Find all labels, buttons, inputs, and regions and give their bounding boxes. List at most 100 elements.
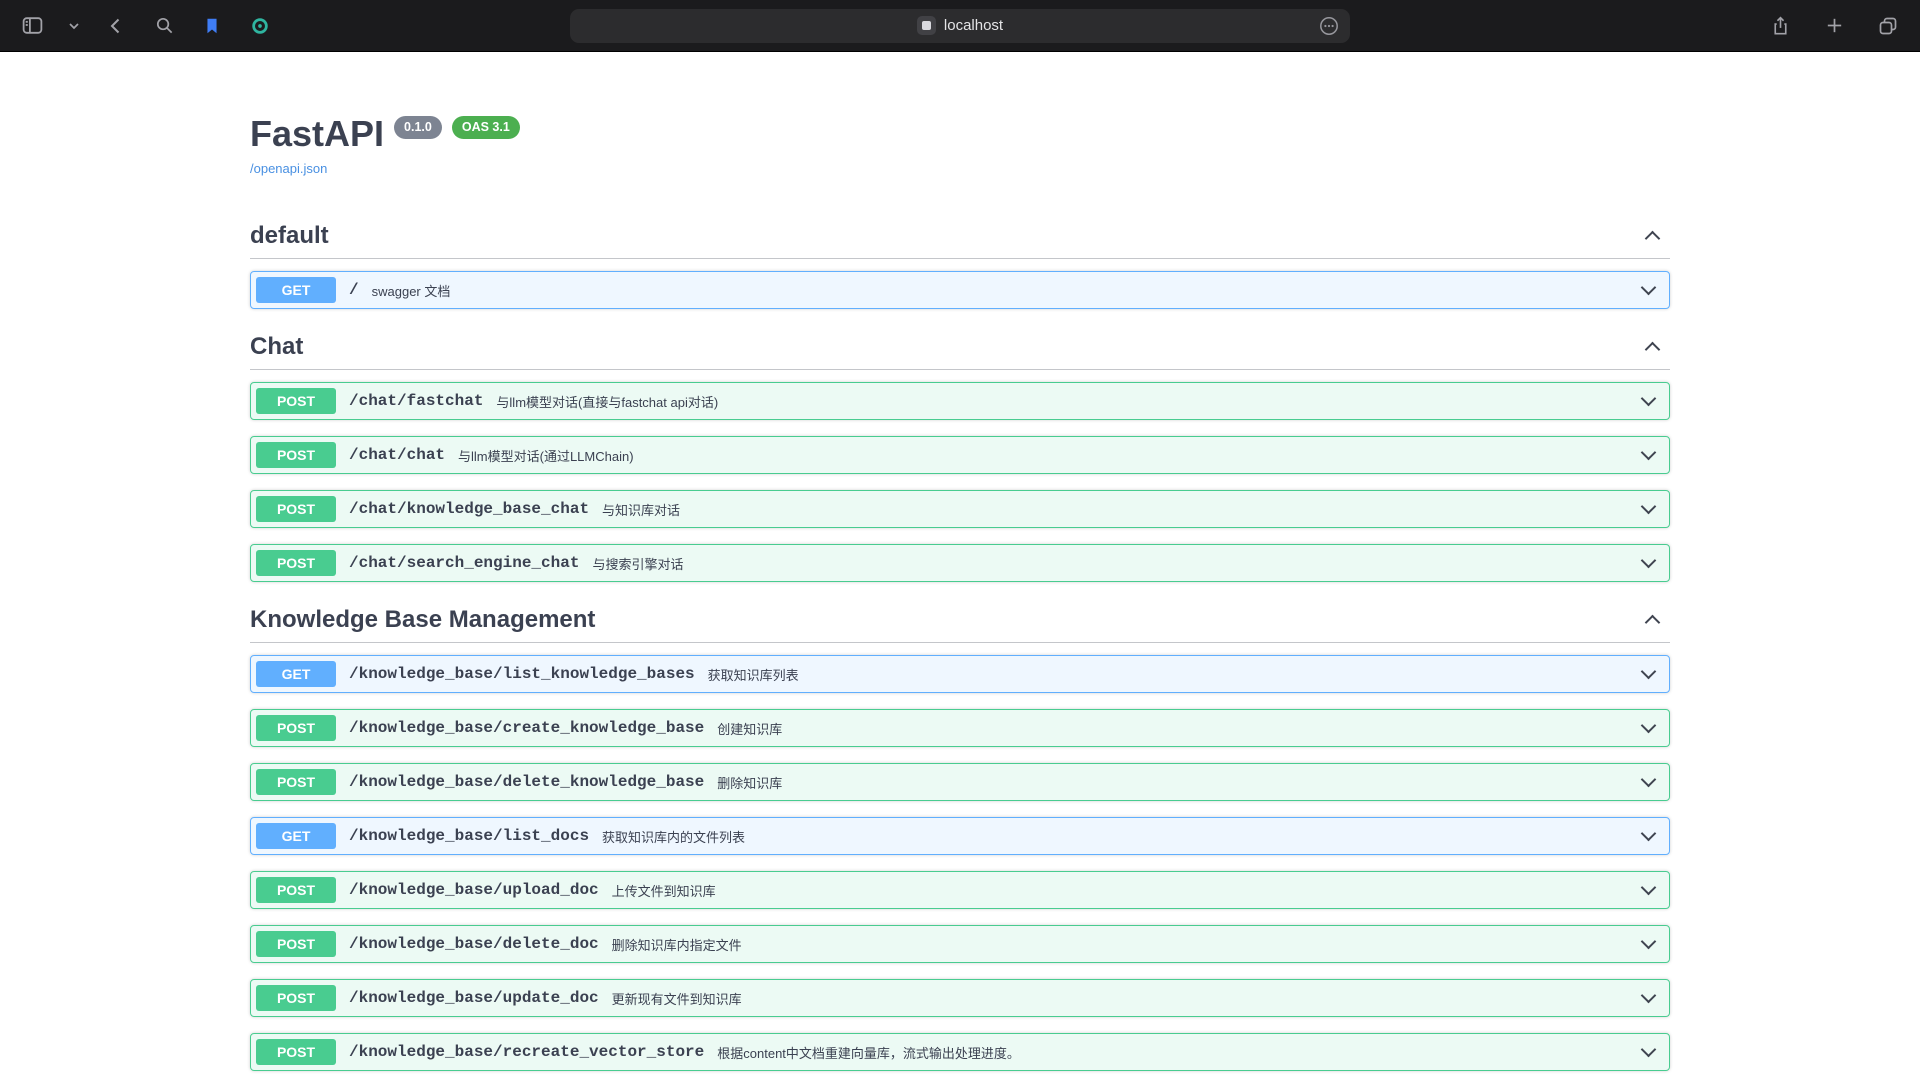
chevron-down-icon xyxy=(1641,988,1657,1004)
browser-toolbar: localhost xyxy=(0,0,1920,52)
expand-operation-button[interactable] xyxy=(1643,725,1654,731)
expand-operation-button[interactable] xyxy=(1643,506,1654,512)
chevron-down-icon xyxy=(68,20,80,32)
chevron-up-icon xyxy=(1645,231,1661,247)
operation-row[interactable]: POST/chat/search_engine_chat 与搜索引擎对话 xyxy=(250,544,1670,582)
chevron-down-icon xyxy=(1641,718,1657,734)
api-title-text: FastAPI xyxy=(250,112,384,155)
back-button[interactable] xyxy=(102,12,130,40)
operation-description: swagger 文档 xyxy=(372,281,451,300)
search-button[interactable] xyxy=(150,12,178,40)
operation-row[interactable]: POST/knowledge_base/create_knowledge_bas… xyxy=(250,709,1670,747)
operation-path: /chat/search_engine_chat xyxy=(349,554,579,572)
operation-description: 更新现有文件到知识库 xyxy=(612,989,742,1008)
method-badge: POST xyxy=(256,1039,336,1065)
expand-operation-button[interactable] xyxy=(1643,833,1654,839)
operation-description: 上传文件到知识库 xyxy=(612,881,716,900)
extension-button-1[interactable] xyxy=(198,12,226,40)
operation-row[interactable]: POST/knowledge_base/delete_knowledge_bas… xyxy=(250,763,1670,801)
operation-row[interactable]: POST/knowledge_base/recreate_vector_stor… xyxy=(250,1033,1670,1071)
api-section: Knowledge Base Management GET/knowledge_b… xyxy=(250,598,1670,1071)
operation-description: 与llm模型对话(通过LLMChain) xyxy=(458,446,634,465)
operation-row[interactable]: POST/chat/chat与llm模型对话(通过LLMChain) xyxy=(250,436,1670,474)
swagger-ui: FastAPI 0.1.0 OAS 3.1 /openapi.json defa… xyxy=(230,52,1690,1071)
expand-operation-button[interactable] xyxy=(1643,452,1654,458)
operation-row[interactable]: GET/knowledge_base/list_docs获取知识库内的文件列表 xyxy=(250,817,1670,855)
method-badge: POST xyxy=(256,442,336,468)
operation-row[interactable]: POST/knowledge_base/delete_doc删除知识库内指定文件 xyxy=(250,925,1670,963)
operation-row[interactable]: POST/chat/fastchat与llm模型对话(直接与fastchat a… xyxy=(250,382,1670,420)
oas-badge: OAS 3.1 xyxy=(452,116,520,139)
version-badge: 0.1.0 xyxy=(394,116,442,139)
chevron-down-icon xyxy=(1641,391,1657,407)
expand-operation-button[interactable] xyxy=(1643,560,1654,566)
chevron-up-icon xyxy=(1645,615,1661,631)
expand-operation-button[interactable] xyxy=(1643,398,1654,404)
operation-description: 获取知识库列表 xyxy=(708,665,799,684)
method-badge: POST xyxy=(256,931,336,957)
method-badge: POST xyxy=(256,877,336,903)
method-badge: POST xyxy=(256,985,336,1011)
operation-path: / xyxy=(349,281,359,299)
section-header[interactable]: Knowledge Base Management xyxy=(250,598,1670,643)
operation-row[interactable]: POST/knowledge_base/update_doc 更新现有文件到知识库 xyxy=(250,979,1670,1017)
operation-description: 获取知识库内的文件列表 xyxy=(602,827,745,846)
expand-operation-button[interactable] xyxy=(1643,995,1654,1001)
operations-list: GET/knowledge_base/list_knowledge_bases获… xyxy=(250,643,1670,1071)
section-title: Knowledge Base Management xyxy=(250,605,595,635)
expand-operation-button[interactable] xyxy=(1643,779,1654,785)
url-text: localhost xyxy=(944,17,1003,34)
expand-operation-button[interactable] xyxy=(1643,1049,1654,1055)
expand-operation-button[interactable] xyxy=(1643,887,1654,893)
openapi-json-link[interactable]: /openapi.json xyxy=(250,161,327,176)
expand-operation-button[interactable] xyxy=(1643,671,1654,677)
operation-row[interactable]: POST/chat/knowledge_base_chat与知识库对话 xyxy=(250,490,1670,528)
expand-operation-button[interactable] xyxy=(1643,287,1654,293)
plus-icon xyxy=(1824,15,1845,36)
chevron-up-icon xyxy=(1645,342,1661,358)
extension-button-2[interactable] xyxy=(246,12,274,40)
chevron-down-icon xyxy=(1641,664,1657,680)
operation-path: /knowledge_base/list_docs xyxy=(349,827,589,845)
tab-overview-button[interactable] xyxy=(1874,12,1902,40)
share-button[interactable] xyxy=(1766,12,1794,40)
toolbar-left-group xyxy=(18,12,274,40)
chevron-down-icon xyxy=(1641,772,1657,788)
operation-row[interactable]: GET/knowledge_base/list_knowledge_bases获… xyxy=(250,655,1670,693)
new-tab-button[interactable] xyxy=(1820,12,1848,40)
operation-description: 与搜索引擎对话 xyxy=(592,554,683,573)
page-options-button[interactable] xyxy=(1315,12,1343,40)
site-favicon xyxy=(917,16,936,35)
page-content: FastAPI 0.1.0 OAS 3.1 /openapi.json defa… xyxy=(0,52,1920,1080)
method-badge: GET xyxy=(256,661,336,687)
page-title: FastAPI 0.1.0 OAS 3.1 xyxy=(250,112,1670,155)
sections: default GET / swagger 文档 Chat POST/chat/fastc… xyxy=(250,214,1670,1071)
address-bar[interactable]: localhost xyxy=(570,9,1350,43)
tab-group-chevron-button[interactable] xyxy=(66,12,82,40)
collapse-section-button[interactable] xyxy=(1647,612,1658,628)
operation-path: /knowledge_base/update_doc xyxy=(349,989,599,1007)
chevron-down-icon xyxy=(1641,553,1657,569)
operation-path: /knowledge_base/delete_knowledge_base xyxy=(349,773,704,791)
chevron-down-icon xyxy=(1641,880,1657,896)
tabs-icon xyxy=(1877,15,1899,37)
sidebar-toggle-button[interactable] xyxy=(18,12,46,40)
bookmark-extension-icon xyxy=(202,16,222,36)
operation-description: 根据content中文档重建向量库，流式输出处理进度。 xyxy=(717,1043,1020,1062)
operation-path: /chat/fastchat xyxy=(349,392,483,410)
back-chevron-icon xyxy=(105,15,127,37)
expand-operation-button[interactable] xyxy=(1643,941,1654,947)
collapse-section-button[interactable] xyxy=(1647,339,1658,355)
operation-row[interactable]: GET/swagger 文档 xyxy=(250,271,1670,309)
sidebar-icon xyxy=(21,14,44,37)
chevron-down-icon xyxy=(1641,1042,1657,1058)
method-badge: POST xyxy=(256,550,336,576)
operations-list: POST/chat/fastchat与llm模型对话(直接与fastchat a… xyxy=(250,370,1670,582)
section-header[interactable]: default xyxy=(250,214,1670,259)
operation-path: /knowledge_base/recreate_vector_store xyxy=(349,1043,704,1061)
more-options-icon xyxy=(1318,15,1340,37)
operation-path: /chat/knowledge_base_chat xyxy=(349,500,589,518)
collapse-section-button[interactable] xyxy=(1647,228,1658,244)
section-header[interactable]: Chat xyxy=(250,325,1670,370)
operation-row[interactable]: POST/knowledge_base/upload_doc上传文件到知识库 xyxy=(250,871,1670,909)
